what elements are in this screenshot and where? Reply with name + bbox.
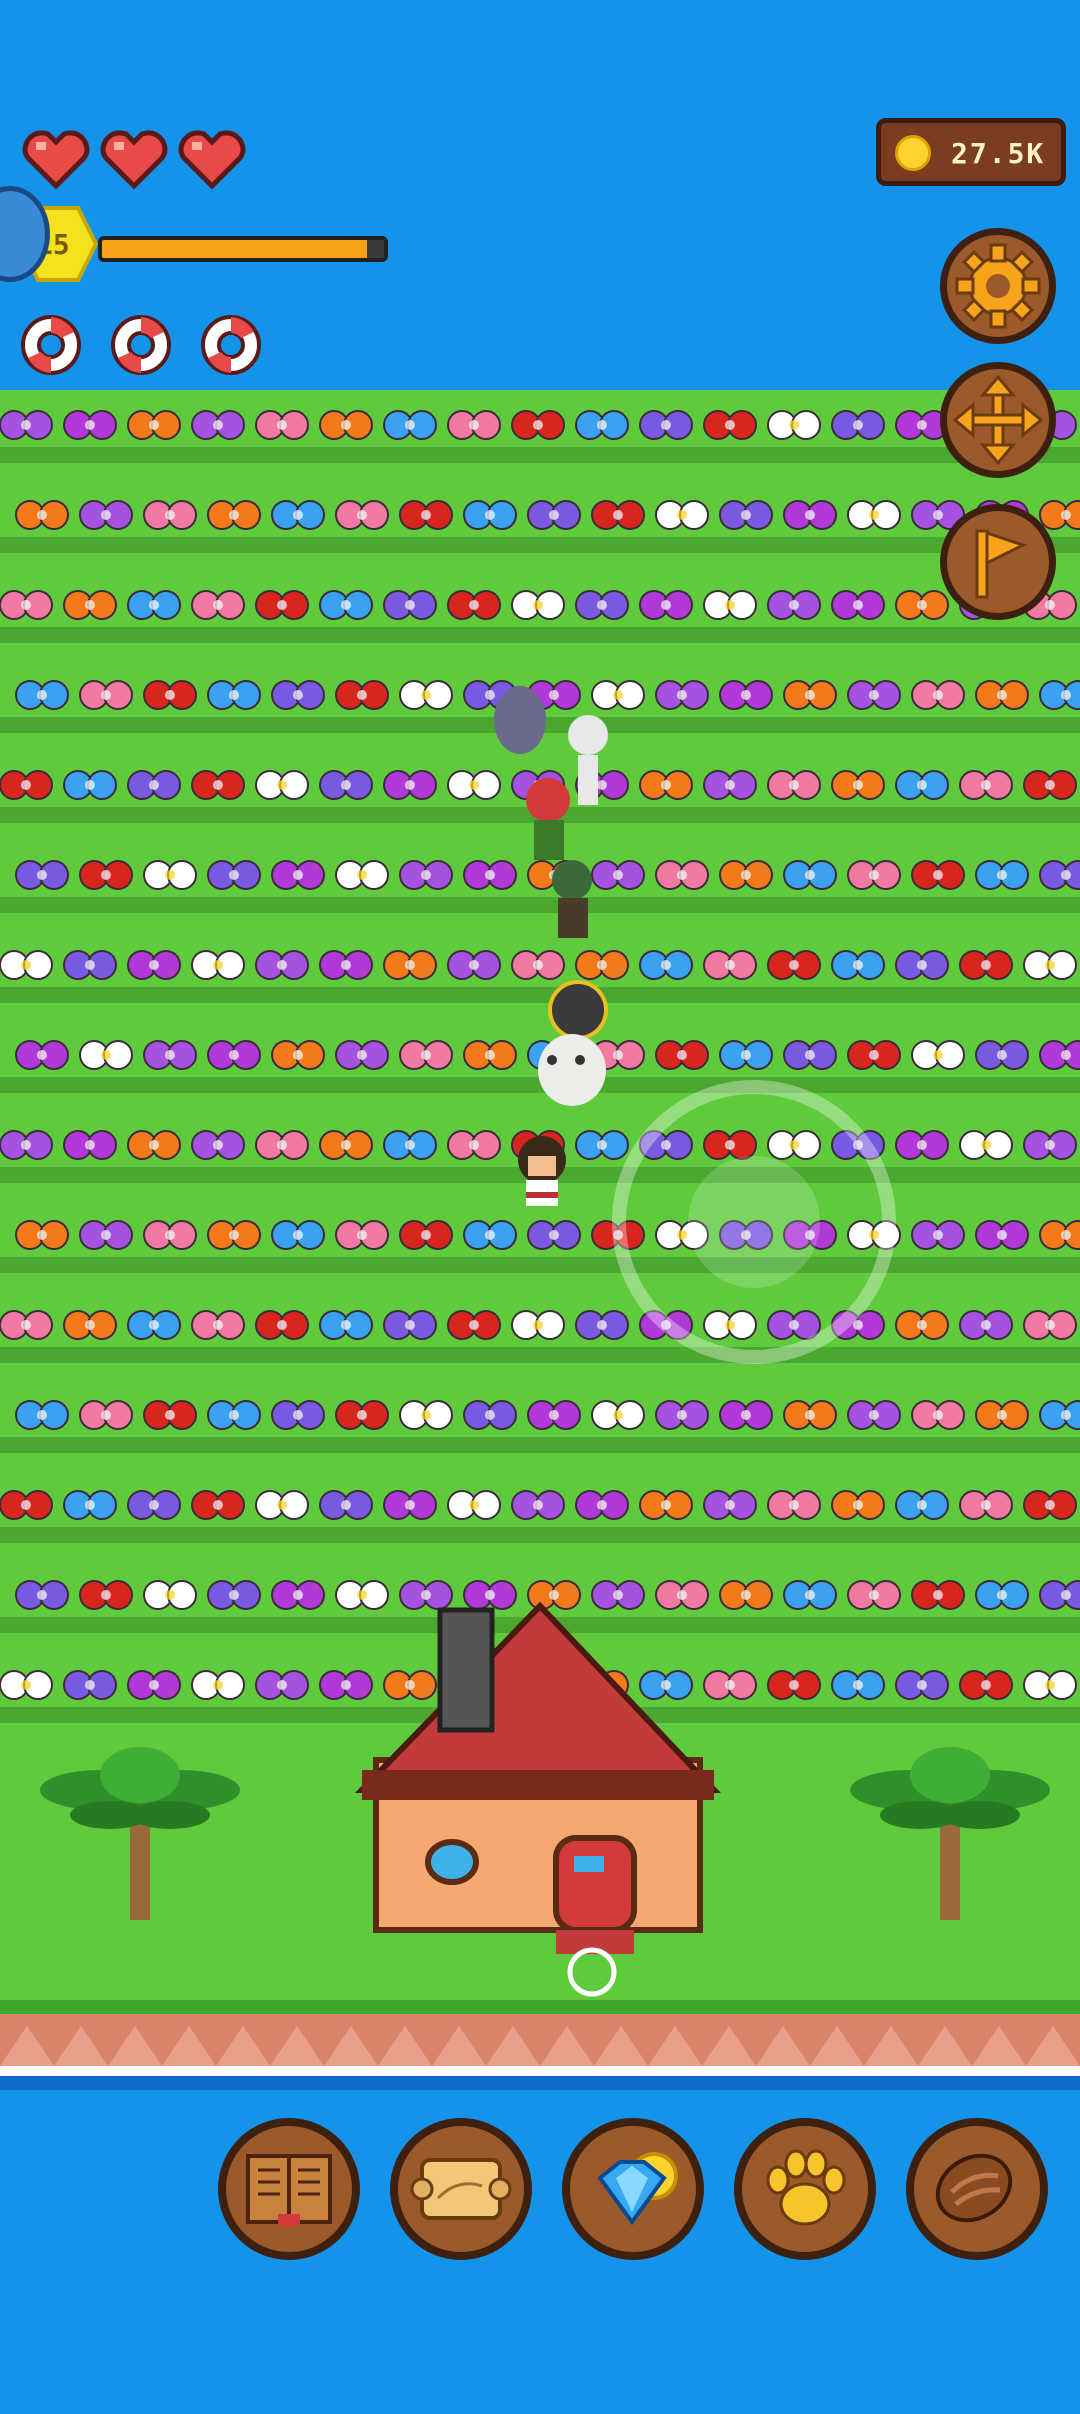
flower [1039,1580,1080,1610]
soil-row [0,537,1080,553]
map-button[interactable] [390,2118,532,2260]
joystick-knob[interactable] [688,1156,820,1288]
move-button[interactable] [940,362,1056,478]
flower [1039,1400,1080,1430]
heart-icon [178,130,246,190]
soil-row [0,627,1080,643]
coin-counter[interactable]: 27.5K [876,118,1066,186]
soil-row [0,1437,1080,1453]
sand-shore [0,2014,1080,2070]
heart-icon [100,130,168,190]
soil-row [0,1347,1080,1363]
lifebuoy-icon [21,315,81,375]
coin-icon [895,135,931,171]
shore-grass-edge [0,2000,1080,2016]
book-icon [246,2154,332,2226]
soil-row [0,987,1080,1003]
flower [1039,860,1080,890]
xp-progress-fill [102,240,368,258]
flag-icon [975,529,1027,599]
flag-button[interactable] [940,504,1056,620]
deep-water [0,2076,1080,2090]
gem-coin-icon [597,2152,678,2226]
soil-row [0,1527,1080,1543]
foam-line [0,2066,1080,2076]
pets-button[interactable] [734,2118,876,2260]
xp-progress-bar [98,236,388,262]
soil-row [0,1257,1080,1273]
lifebuoy-icon [111,315,171,375]
journal-button[interactable] [218,2118,360,2260]
lifebuoy-icon [201,315,261,375]
flower [1039,680,1080,710]
meat-icon [935,2153,1013,2223]
soil-row [0,897,1080,913]
shop-button[interactable] [562,2118,704,2260]
gear-icon [955,243,1041,329]
flower [1039,1040,1080,1070]
map-scroll-icon [410,2158,512,2220]
heart-icon [22,130,90,190]
coin-amount: 27.5K [951,137,1046,170]
settings-button[interactable] [940,228,1056,344]
soil-row [0,447,1080,463]
food-button[interactable] [906,2118,1048,2260]
flower [1039,1220,1080,1250]
move-icon [952,374,1044,466]
paw-icon [766,2149,846,2226]
